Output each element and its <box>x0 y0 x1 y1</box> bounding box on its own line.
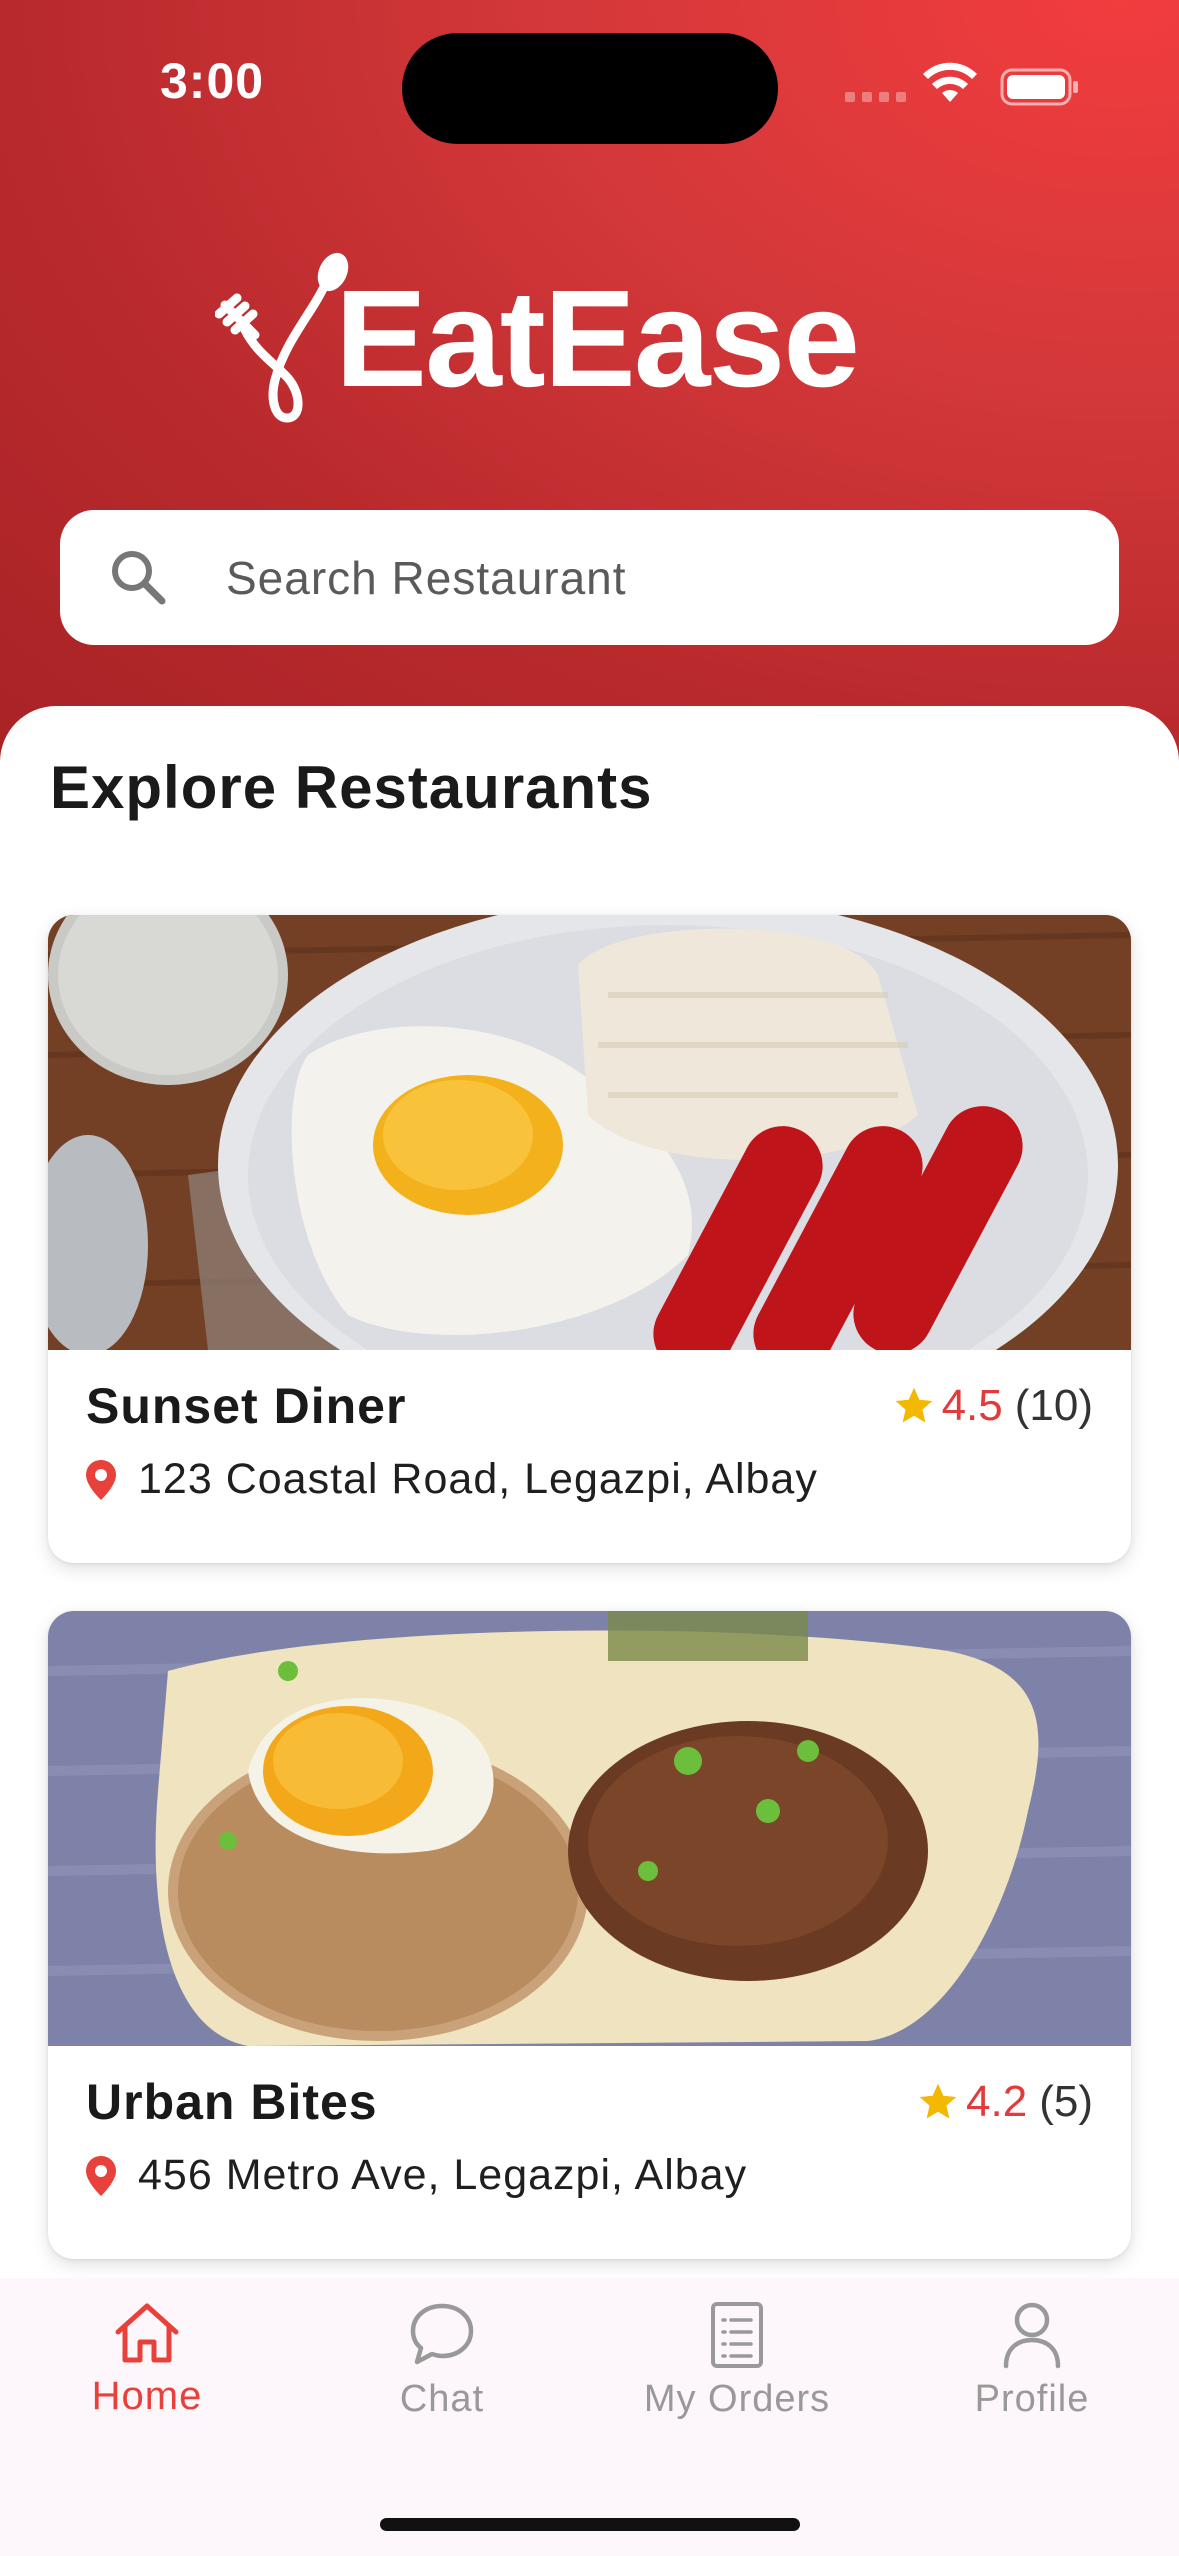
restaurant-card[interactable]: Urban Bites 4.2 (5) 456 Metro Ave, Legaz… <box>48 1611 1131 2259</box>
restaurant-photo <box>48 915 1131 1350</box>
tab-home[interactable]: Home <box>27 2300 267 2419</box>
section-title: Explore Restaurants <box>50 754 653 821</box>
home-icon <box>115 2303 179 2363</box>
star-icon <box>895 1387 932 1423</box>
location-pin-icon <box>86 2155 116 2196</box>
rating-value: 4.5 <box>941 1381 1003 1430</box>
review-count: (10) <box>1014 1381 1093 1430</box>
status-time: 3:00 <box>160 53 265 109</box>
location-pin-icon <box>86 1459 116 1500</box>
restaurant-address: 456 Metro Ave, Legazpi, Albay <box>86 2151 747 2200</box>
tab-chat[interactable]: Chat <box>322 2300 562 2421</box>
orders-icon <box>711 2302 763 2368</box>
tab-label: Chat <box>399 2378 485 2420</box>
tab-profile[interactable]: Profile <box>912 2300 1152 2421</box>
profile-icon <box>1003 2302 1061 2369</box>
home-indicator <box>380 2518 800 2531</box>
search-input[interactable] <box>224 549 1028 606</box>
star-icon <box>919 2083 957 2119</box>
chat-icon <box>410 2303 474 2365</box>
tab-label: Profile <box>974 2378 1090 2420</box>
fork-spoon-icon <box>215 252 349 423</box>
tab-my-orders[interactable]: My Orders <box>617 2300 857 2421</box>
tab-label: My Orders <box>643 2378 831 2420</box>
brand-logo: EatEase <box>215 250 875 430</box>
rating-value: 4.2 <box>966 2077 1028 2126</box>
search-bar[interactable] <box>60 510 1119 645</box>
address-text: 123 Coastal Road, Legazpi, Albay <box>138 1455 818 1503</box>
restaurant-photo <box>48 1611 1131 2046</box>
battery-icon <box>1000 68 1078 106</box>
restaurant-card[interactable]: Sunset Diner 4.5 (10) 123 Coastal Road, … <box>48 915 1131 1563</box>
cellular-signal-icon <box>845 92 906 102</box>
restaurant-rating: 4.2 (5) <box>916 2077 1093 2127</box>
brand-name: EatEase <box>335 262 860 416</box>
restaurant-name: Urban Bites <box>86 2074 378 2130</box>
restaurant-name: Sunset Diner <box>86 1378 407 1434</box>
restaurant-address: 123 Coastal Road, Legazpi, Albay <box>86 1455 818 1504</box>
tab-label: Home <box>91 2374 203 2418</box>
review-count: (5) <box>1039 2077 1093 2126</box>
search-icon <box>112 550 166 604</box>
address-text: 456 Metro Ave, Legazpi, Albay <box>138 2151 748 2199</box>
wifi-icon <box>923 62 977 102</box>
restaurant-rating: 4.5 (10) <box>892 1381 1093 1431</box>
dynamic-island <box>402 33 778 144</box>
